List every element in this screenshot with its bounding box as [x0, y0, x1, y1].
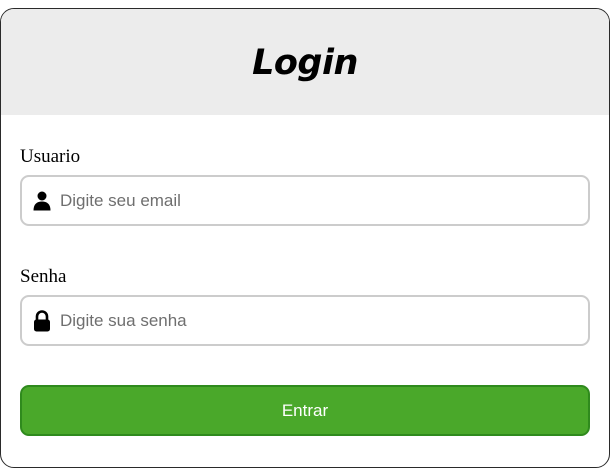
submit-button[interactable]: Entrar: [20, 385, 590, 436]
user-icon: [32, 190, 52, 212]
password-input[interactable]: [60, 310, 588, 331]
login-card: Login Usuario Senha Entrar: [0, 8, 610, 468]
login-form: Usuario Senha Entrar: [1, 146, 609, 436]
username-field[interactable]: [20, 175, 590, 226]
login-header: Login: [1, 9, 609, 115]
password-field[interactable]: [20, 295, 590, 346]
username-label: Usuario: [20, 146, 81, 167]
email-input[interactable]: [60, 190, 588, 211]
lock-icon: [32, 309, 52, 332]
page-title: Login: [252, 43, 358, 83]
password-label: Senha: [20, 266, 67, 287]
